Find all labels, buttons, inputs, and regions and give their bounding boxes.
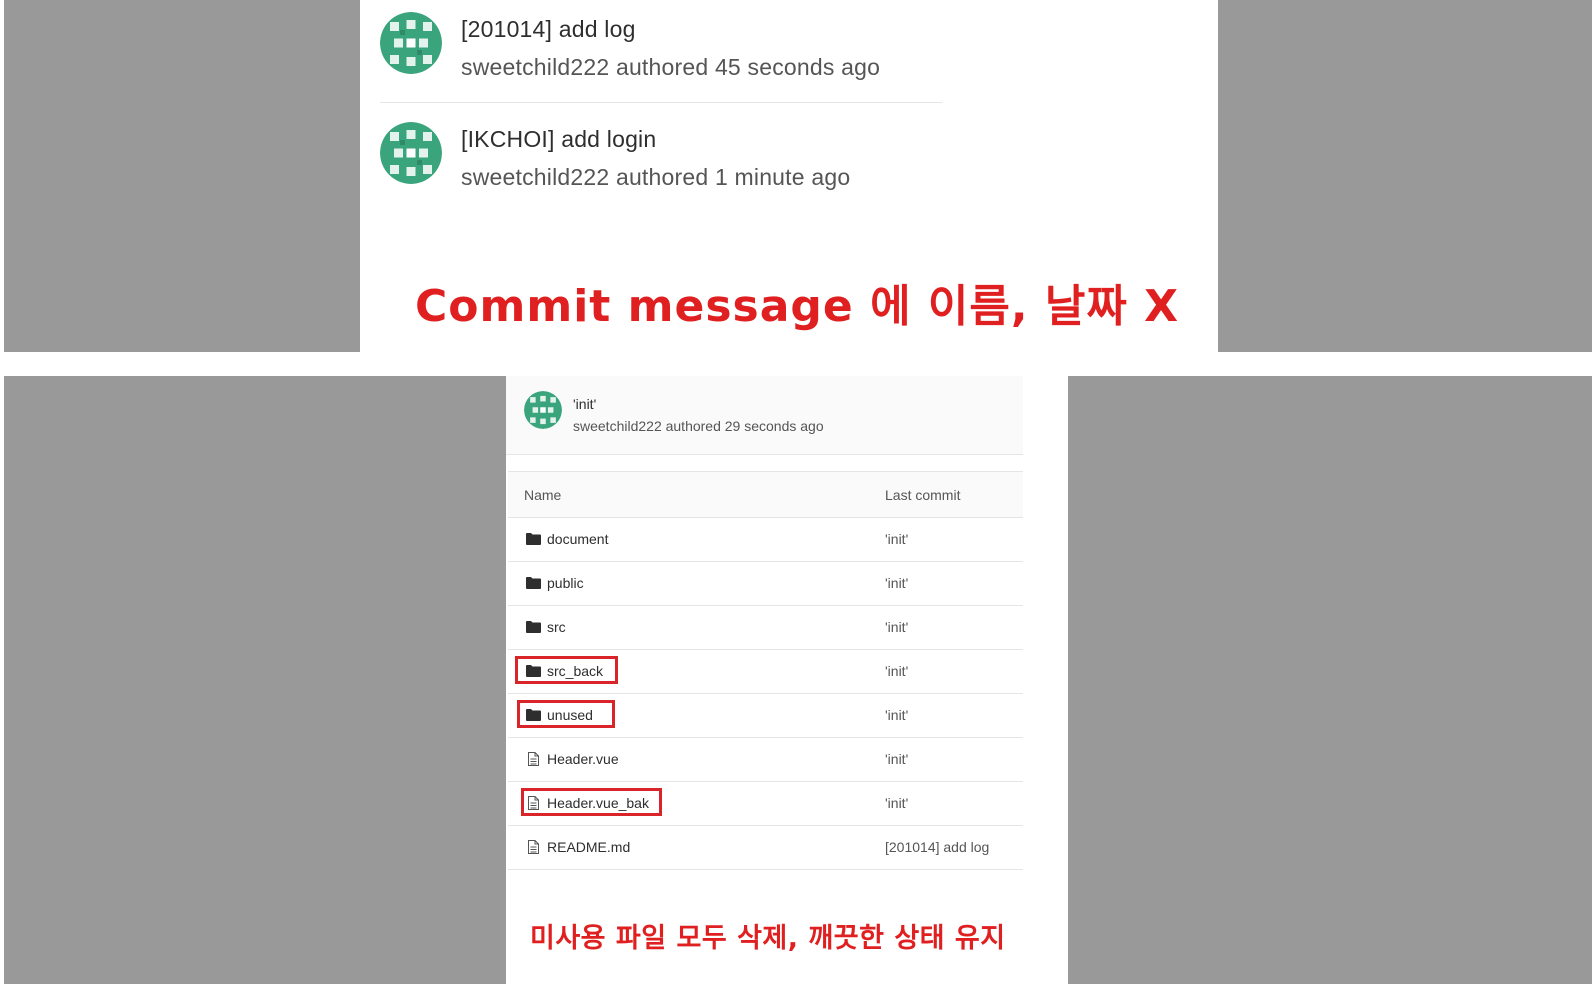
folder-icon bbox=[526, 709, 541, 721]
file-name-link[interactable]: public bbox=[547, 575, 584, 591]
commit-meta: sweetchild222 authored 45 seconds ago bbox=[461, 54, 881, 80]
file-name-link[interactable]: document bbox=[547, 531, 608, 547]
folder-icon bbox=[526, 577, 541, 589]
annotation-callout: Commit message 에 이름, 날짜 X bbox=[415, 281, 1180, 332]
last-commit-box: 'init' sweetchild222 authored 29 seconds… bbox=[506, 376, 1023, 455]
file-name-link[interactable]: src bbox=[547, 619, 566, 635]
last-commit-link[interactable]: 'init' bbox=[885, 531, 908, 547]
avatar[interactable] bbox=[524, 391, 562, 429]
folder-icon bbox=[526, 665, 541, 677]
table-row[interactable]: public 'init' bbox=[508, 562, 1023, 606]
last-commit-link[interactable]: 'init' bbox=[885, 707, 908, 723]
identicon-icon bbox=[380, 122, 442, 184]
table-header: Name Last commit bbox=[508, 471, 1023, 518]
file-name-link[interactable]: Header.vue_bak bbox=[547, 795, 649, 811]
commit-title[interactable]: [IKCHOI] add login bbox=[461, 126, 656, 153]
table-row[interactable]: src 'init' bbox=[508, 606, 1023, 650]
file-name-link[interactable]: README.md bbox=[547, 839, 630, 855]
commit-history-panel: [201014] add log sweetchild222 authored … bbox=[360, 0, 1218, 352]
last-commit-link[interactable]: 'init' bbox=[885, 751, 908, 767]
identicon-icon bbox=[524, 391, 562, 429]
file-icon bbox=[528, 796, 539, 810]
last-commit-link[interactable]: 'init' bbox=[885, 795, 908, 811]
folder-icon bbox=[526, 533, 541, 545]
file-icon bbox=[528, 840, 539, 854]
last-commit-link[interactable]: 'init' bbox=[885, 575, 908, 591]
avatar[interactable] bbox=[380, 12, 442, 74]
last-commit-meta: sweetchild222 authored 29 seconds ago bbox=[573, 418, 824, 434]
table-row[interactable]: Header.vue_bak 'init' bbox=[508, 782, 1023, 826]
file-name-link[interactable]: src_back bbox=[547, 663, 603, 679]
annotation-callout: 미사용 파일 모두 삭제, 깨끗한 상태 유지 bbox=[530, 923, 1006, 954]
last-commit-link[interactable]: 'init' bbox=[885, 663, 908, 679]
table-row[interactable]: src_back 'init' bbox=[508, 650, 1023, 694]
commit-meta: sweetchild222 authored 1 minute ago bbox=[461, 164, 851, 190]
table-row[interactable]: document 'init' bbox=[508, 518, 1023, 562]
identicon-icon bbox=[380, 12, 442, 74]
column-header-name: Name bbox=[524, 487, 562, 503]
file-tree-table: Name Last commit document 'init' public … bbox=[508, 471, 1023, 870]
file-icon bbox=[528, 752, 539, 766]
last-commit-link[interactable]: [201014] add log bbox=[885, 839, 989, 855]
commit-title[interactable]: [201014] add log bbox=[461, 16, 636, 43]
file-name-link[interactable]: unused bbox=[547, 707, 593, 723]
avatar[interactable] bbox=[380, 122, 442, 184]
last-commit-title[interactable]: 'init' bbox=[573, 396, 596, 412]
table-row[interactable]: Header.vue 'init' bbox=[508, 738, 1023, 782]
column-header-last-commit: Last commit bbox=[885, 487, 961, 503]
last-commit-link[interactable]: 'init' bbox=[885, 619, 908, 635]
file-tree-panel: 'init' sweetchild222 authored 29 seconds… bbox=[506, 376, 1068, 984]
table-row[interactable]: unused 'init' bbox=[508, 694, 1023, 738]
table-row[interactable]: README.md [201014] add log bbox=[508, 826, 1023, 870]
commit-divider bbox=[380, 102, 942, 103]
folder-icon bbox=[526, 621, 541, 633]
file-name-link[interactable]: Header.vue bbox=[547, 751, 619, 767]
